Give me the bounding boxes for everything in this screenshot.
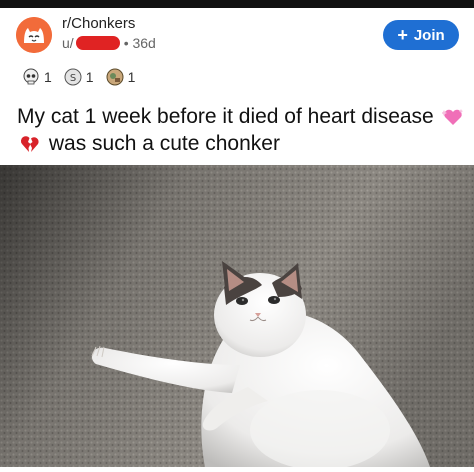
award-item[interactable]: 1 (22, 68, 52, 86)
post-header: r/Chonkers u/ • 36d + Join (0, 8, 474, 64)
redacted-username (75, 36, 120, 50)
award-item[interactable]: 1 (106, 68, 136, 86)
title-text-1: My cat 1 week before it died of heart di… (17, 105, 434, 128)
sparkling-heart-icon (440, 109, 463, 125)
title-text-2: was such a cute chonker (48, 132, 280, 155)
award-item[interactable]: S 1 (64, 68, 94, 86)
awards-row[interactable]: 1 S 1 1 (22, 66, 141, 88)
award-count: 1 (127, 69, 136, 85)
post-image[interactable] (0, 165, 474, 470)
meta-separator: • (123, 35, 129, 51)
post-meta: u/ • 36d (62, 35, 156, 51)
username-prefix[interactable]: u/ (62, 35, 74, 51)
award-count: 1 (85, 69, 94, 85)
post-age: 36d (132, 35, 156, 51)
subreddit-avatar[interactable] (16, 17, 52, 53)
skull-award-icon (23, 68, 39, 85)
cat-photo-illustration (0, 165, 474, 470)
award-count: 1 (44, 69, 52, 85)
subreddit-name[interactable]: r/Chonkers (62, 15, 135, 32)
broken-heart-icon (20, 136, 39, 152)
join-button[interactable]: + Join (383, 20, 459, 50)
post-title[interactable]: My cat 1 week before it died of heart di… (17, 103, 467, 157)
plus-icon: + (397, 25, 408, 45)
cat-avatar-icon (16, 17, 52, 53)
helpful-award-icon (106, 68, 124, 86)
svg-text:S: S (70, 73, 76, 84)
silver-coin-award-icon: S (64, 68, 82, 86)
top-edge (0, 0, 474, 8)
join-label: Join (413, 26, 445, 44)
